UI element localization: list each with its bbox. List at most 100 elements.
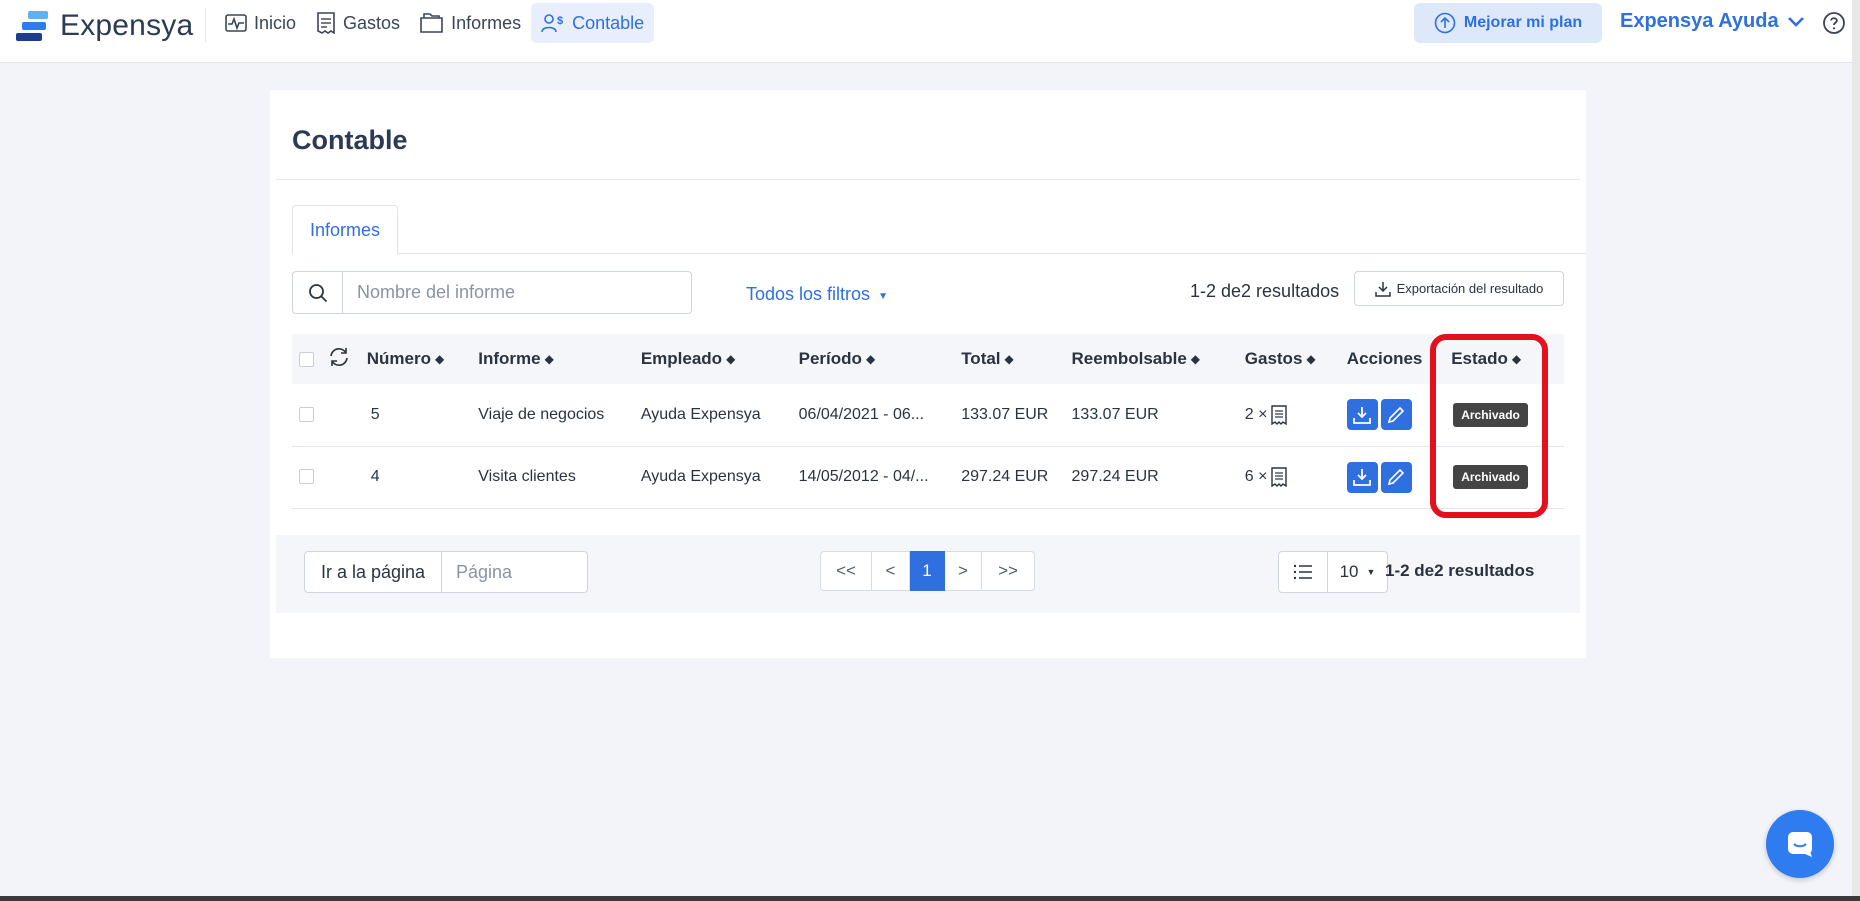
sort-icon: ◆: [1190, 352, 1201, 366]
list-icon: [1293, 564, 1312, 580]
filters-label: Todos los filtros: [746, 284, 871, 304]
column-header-reembolsable[interactable]: Reembolsable ◆: [1071, 334, 1245, 384]
cell-reembolsable: 297.24 EUR: [1071, 446, 1245, 509]
table-row[interactable]: 5 Viaje de negocios Ayuda Expensya 06/04…: [292, 384, 1564, 447]
user-name: Expensya Ayuda: [1620, 10, 1779, 32]
cell-total: 133.07 EUR: [961, 384, 1072, 447]
cell-total: 297.24 EUR: [961, 446, 1072, 509]
chat-icon: [1788, 832, 1812, 857]
search-icon: [308, 283, 327, 302]
nav-item-inicio[interactable]: Inicio: [215, 3, 306, 43]
status-badge: Archivado: [1453, 465, 1528, 489]
page-title: Contable: [292, 125, 408, 155]
svg-text:$: $: [557, 15, 563, 27]
bottom-edge: [0, 896, 1860, 901]
cell-acciones: [1346, 446, 1452, 509]
download-icon: [1353, 469, 1372, 486]
pencil-icon: [1388, 468, 1405, 486]
upgrade-plan-button[interactable]: Mejorar mi plan: [1414, 3, 1602, 43]
per-page-control: 10 ▼: [1278, 551, 1388, 593]
divider: [276, 179, 1580, 180]
arrow-up-circle-icon: [1434, 12, 1456, 34]
chat-support-button[interactable]: [1766, 810, 1834, 878]
accounting-users-icon: $: [541, 14, 563, 33]
prev-page-button[interactable]: <: [872, 551, 910, 591]
edit-report-button[interactable]: [1380, 461, 1412, 493]
results-count: 1-2 de2 resultados: [1190, 281, 1340, 301]
column-header-estado[interactable]: Estado ◆: [1451, 334, 1564, 384]
export-results-button[interactable]: Exportación del resultado: [1354, 271, 1564, 306]
table-row[interactable]: 4 Visita clientes Ayuda Expensya 14/05/2…: [292, 446, 1564, 509]
status-badge: Archivado: [1453, 402, 1528, 427]
row-checkbox[interactable]: [299, 407, 314, 423]
refresh-cell: [327, 334, 367, 384]
brand-logo-link[interactable]: Expensya: [16, 6, 193, 46]
page-number-input[interactable]: [442, 551, 588, 593]
cell-reembolsable: 133.07 EUR: [1071, 384, 1245, 447]
nav-label: Informes: [451, 12, 522, 33]
main-card: Contable Informes Todos los filtros ▼ 1-…: [270, 90, 1586, 658]
current-page-button[interactable]: 1: [910, 551, 945, 591]
activity-icon: [225, 14, 247, 32]
column-header-informe[interactable]: Informe ◆: [478, 334, 641, 384]
column-header-total[interactable]: Total ◆: [961, 334, 1072, 384]
pagination-bar: Ir a la página << < 1 > >> 10 ▼ 1-2 de2 …: [276, 535, 1580, 613]
cell-empleado: Ayuda Expensya: [640, 384, 799, 447]
per-page-select[interactable]: 10 ▼: [1328, 551, 1388, 593]
caret-down-icon: ▼: [878, 291, 888, 302]
list-view-button[interactable]: [1278, 551, 1328, 593]
cell-empleado: Ayuda Expensya: [640, 446, 799, 509]
column-header-empleado[interactable]: Empleado ◆: [640, 334, 799, 384]
select-all-cell: [292, 334, 328, 384]
chevron-down-icon: [1787, 16, 1804, 27]
nav-label: Contable: [572, 12, 645, 33]
help-button[interactable]: [1822, 11, 1846, 40]
pager: << < 1 > >>: [820, 551, 1035, 591]
main-nav: Inicio Gastos Informes $ Contable: [215, 3, 655, 43]
nav-label: Inicio: [254, 12, 297, 33]
refresh-icon[interactable]: [328, 347, 350, 367]
sort-icon: ◆: [1306, 352, 1316, 366]
next-page-button[interactable]: >: [945, 551, 982, 591]
report-name-search-input[interactable]: [343, 272, 691, 313]
cell-gastos: 6 ×: [1244, 446, 1347, 509]
select-all-checkbox[interactable]: [299, 352, 314, 368]
all-filters-dropdown[interactable]: Todos los filtros ▼: [746, 284, 888, 305]
sort-icon: ◆: [434, 352, 445, 366]
sort-icon: ◆: [1511, 352, 1522, 366]
cell-informe: Viaje de negocios: [478, 384, 641, 447]
scrollbar[interactable]: [1852, 0, 1860, 901]
receipt-icon: [317, 12, 335, 34]
results-count-bottom: 1-2 de2 resultados: [1385, 561, 1535, 580]
download-icon: [1353, 406, 1372, 424]
nav-item-gastos[interactable]: Gastos: [306, 3, 410, 43]
nav-label: Gastos: [343, 12, 401, 33]
sort-icon: ◆: [865, 352, 876, 366]
cell-informe: Visita clientes: [478, 446, 641, 509]
download-icon: [1374, 281, 1391, 297]
column-header-periodo[interactable]: Período ◆: [798, 334, 962, 384]
goto-page: Ir a la página: [304, 551, 588, 593]
help-circle-icon: [1823, 12, 1845, 34]
edit-report-button[interactable]: [1380, 399, 1412, 431]
search-button[interactable]: [293, 272, 343, 313]
column-header-numero[interactable]: Número ◆: [366, 334, 479, 384]
top-navbar: Expensya Inicio Gastos Informes $ Contab…: [0, 0, 1860, 63]
nav-divider: [205, 8, 206, 42]
column-header-acciones: Acciones: [1346, 334, 1452, 384]
upgrade-label: Mejorar mi plan: [1463, 14, 1583, 31]
user-menu-dropdown[interactable]: Expensya Ayuda: [1620, 10, 1805, 33]
cell-numero: 5: [366, 384, 479, 447]
column-header-gastos[interactable]: Gastos ◆: [1244, 334, 1347, 384]
goto-page-button[interactable]: Ir a la página: [304, 551, 442, 593]
last-page-button[interactable]: >>: [982, 551, 1035, 591]
row-checkbox[interactable]: [299, 469, 314, 485]
nav-item-informes[interactable]: Informes: [410, 3, 531, 43]
tab-informes[interactable]: Informes: [292, 205, 398, 255]
download-report-button[interactable]: [1346, 399, 1378, 431]
cell-periodo: 06/04/2021 - 06...: [798, 384, 962, 447]
first-page-button[interactable]: <<: [820, 551, 872, 591]
nav-item-contable[interactable]: $ Contable: [531, 3, 655, 43]
download-report-button[interactable]: [1346, 461, 1378, 493]
export-label: Exportación del resultado: [1396, 281, 1544, 296]
